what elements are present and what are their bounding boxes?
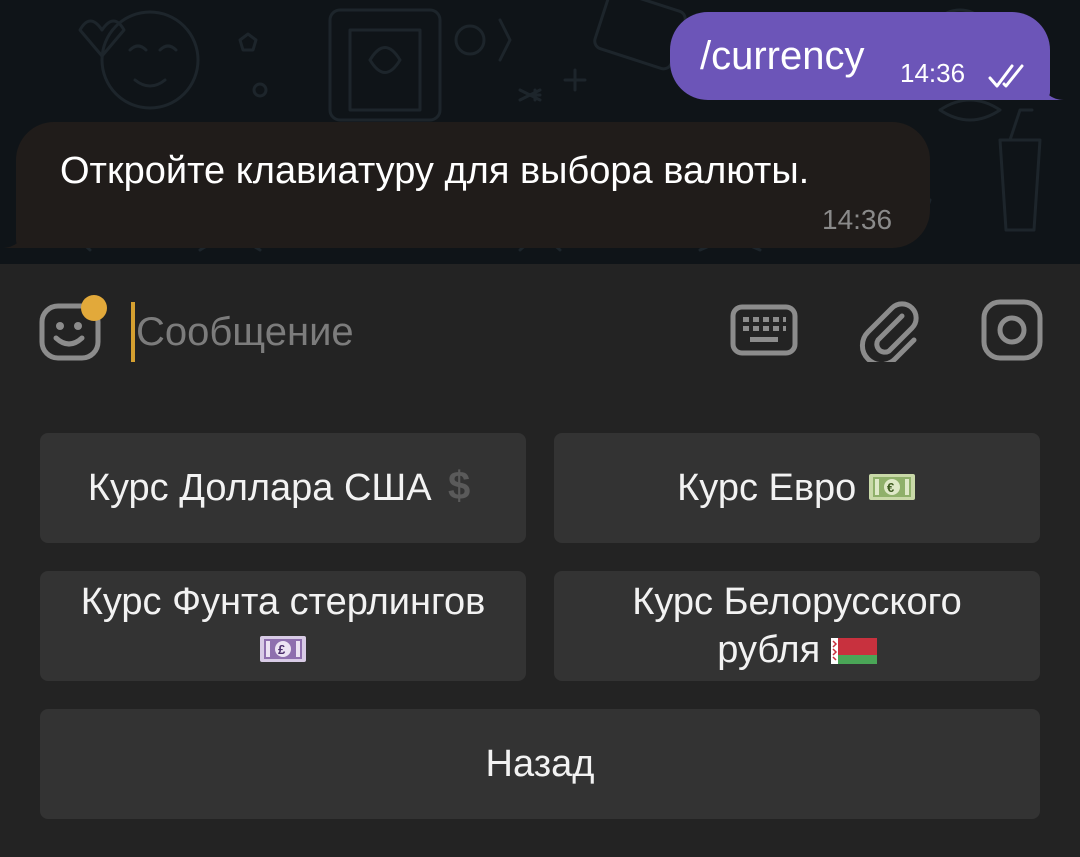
pound-banknote-icon: £ [260,636,306,662]
double-check-icon [988,64,1024,88]
message-input[interactable] [130,304,690,360]
outgoing-message-bubble[interactable]: /currency 14:36 [670,12,1064,100]
back-button-label: Назад [485,743,595,785]
svg-text:€: € [887,480,894,495]
gbp-rate-label: Курс Фунта стерлингов [80,581,486,623]
byn-rate-button[interactable]: Курс Белорусского рубля [554,571,1040,681]
eur-rate-button[interactable]: Курс Евро € [554,433,1040,543]
camera-icon[interactable] [980,298,1044,362]
byn-rate-label-line1: Курс Белорусского [632,581,962,623]
outgoing-message-text: /currency [700,34,865,78]
byn-rate-label-line2: рубля [717,629,821,671]
incoming-message-time: 14:36 [822,204,893,235]
emoji-sticker-icon[interactable] [38,292,108,362]
euro-banknote-icon: € [868,474,915,500]
outgoing-message-time: 14:36 [900,58,966,88]
bubble-tail [2,228,26,248]
back-button[interactable]: Назад [40,709,1040,819]
gbp-rate-button[interactable]: Курс Фунта стерлингов £ [40,571,526,681]
dollar-sign-icon: $ [448,464,470,504]
usd-rate-button[interactable]: Курс Доллара США $ [40,433,526,543]
paperclip-icon[interactable] [858,296,920,362]
chat-area[interactable]: /currency 14:36 Откройте клавиатуру для … [0,0,1080,264]
bubble-tail [1040,80,1064,100]
belarus-flag-icon [830,638,877,664]
svg-text:$: $ [448,464,470,504]
usd-rate-label: Курс Доллара США [87,467,432,509]
svg-text:£: £ [278,642,286,657]
keyboard-icon[interactable] [730,302,798,358]
incoming-message-text: Откройте клавиатуру для выбора валюты. [60,150,810,192]
incoming-message-bubble[interactable]: Откройте клавиатуру для выбора валюты. 1… [2,122,930,248]
eur-rate-label: Курс Евро [677,467,857,509]
text-cursor [131,302,135,362]
